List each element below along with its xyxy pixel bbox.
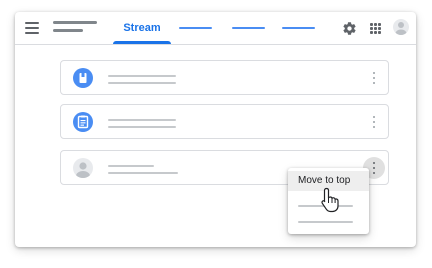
card-subtitle-placeholder (108, 82, 176, 84)
top-app-bar: Stream (15, 12, 416, 45)
classroom-window: Stream Move to top (15, 12, 416, 247)
menu-item-placeholder-3[interactable] (298, 221, 353, 223)
person-avatar (73, 158, 93, 178)
class-title-placeholder (53, 21, 97, 24)
card-subtitle-placeholder (108, 126, 176, 128)
hand-pointer-icon (321, 187, 339, 213)
hamburger-menu-icon[interactable] (25, 22, 39, 34)
more-vert-icon[interactable] (366, 113, 382, 131)
tab-stream-label: Stream (123, 22, 161, 34)
assignment-icon (73, 112, 93, 132)
tab-placeholder-2[interactable] (179, 27, 212, 29)
stream-card-material[interactable] (60, 60, 389, 95)
card-subtitle-placeholder (108, 172, 178, 174)
stream-card-assignment[interactable] (60, 104, 389, 139)
tab-placeholder-4[interactable] (282, 27, 315, 29)
more-vert-icon[interactable] (366, 69, 382, 87)
account-avatar[interactable] (393, 19, 409, 35)
material-icon (73, 68, 93, 88)
card-title-placeholder (108, 75, 176, 77)
tab-placeholder-3[interactable] (232, 27, 265, 29)
class-subtitle-placeholder (53, 29, 83, 32)
tab-stream[interactable]: Stream (113, 12, 171, 44)
gear-icon[interactable] (342, 21, 357, 36)
card-title-placeholder (108, 165, 154, 167)
card-title-placeholder (108, 119, 176, 121)
active-tab-indicator (113, 41, 171, 44)
apps-grid-icon[interactable] (370, 23, 381, 34)
